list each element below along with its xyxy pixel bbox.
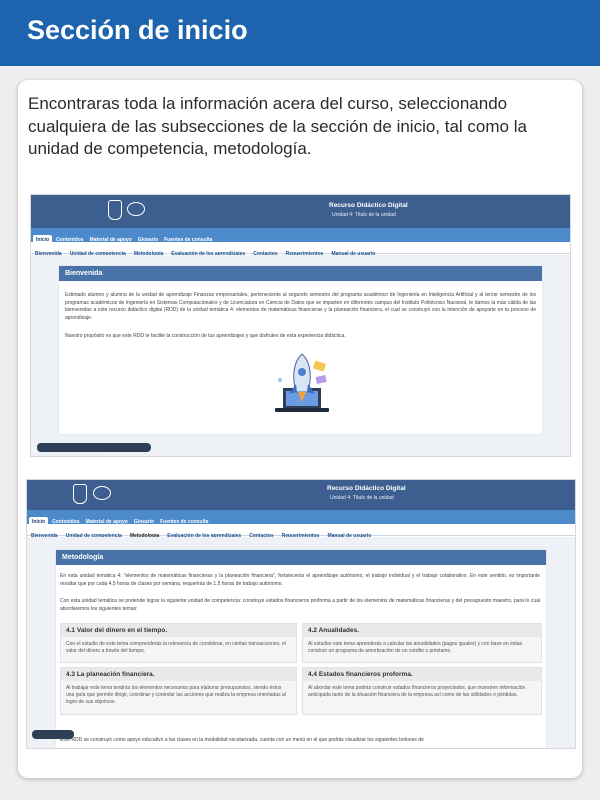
screenshot-metodologia: Recurso Didáctico Digital Unidad 4: Títu…: [27, 480, 575, 748]
section-tabs: Bienvenida Unidad de competencia Metodolog…: [27, 524, 575, 539]
page-title: Sección de inicio: [27, 15, 248, 45]
panel-title: Metodología: [56, 550, 546, 565]
page-header: Sección de inicio: [0, 0, 600, 66]
metodologia-paragraph-3: Este RDD se construyó como apoyo educati…: [60, 737, 424, 743]
metodologia-paragraph-2: Con esta unidad temática se pretende log…: [60, 598, 540, 612]
toolbar-list[interactable]: ☰: [98, 450, 106, 456]
toolbar-underline[interactable]: U: [84, 450, 91, 456]
app-title: Recurso Didáctico Digital: [329, 202, 408, 209]
editor-toolbar: H1 H2 H3: [32, 730, 74, 744]
toolbar-table[interactable]: ⊞: [90, 450, 97, 456]
toolbar-add[interactable]: ⊕: [64, 450, 71, 456]
app-unit: Unidad 4: Título de la unidad: [330, 495, 394, 501]
toolbar-h1[interactable]: H1: [32, 737, 41, 746]
bienvenida-paragraph-1: Estimado alumno y alumna de la unidad de…: [65, 292, 536, 321]
main-menu: Inicio Contenidos Material de apoyo Glosari…: [31, 228, 570, 245]
topic-title: 4.1 Valor del dinero en el tiempo.: [61, 624, 296, 637]
escom-logo-icon: [93, 486, 111, 500]
topic-text: Al abordar este tema podrás construir es…: [308, 685, 526, 698]
topic-text: Al trabajar este tema tendrás los elemen…: [66, 685, 286, 705]
toolbar-bold[interactable]: B: [72, 450, 79, 456]
main-menu: Inicio Contenidos Material de apoyo Glosari…: [27, 510, 575, 527]
app-title: Recurso Didáctico Digital: [327, 485, 406, 492]
toolbar-h3[interactable]: H3: [50, 737, 59, 746]
app-header: Recurso Didáctico Digital Unidad 4: Títu…: [31, 195, 570, 228]
app-header: Recurso Didáctico Digital Unidad 4: Títu…: [27, 480, 575, 510]
bienvenida-panel: Bienvenida Estimado alumno y alumna de l…: [59, 266, 542, 434]
bienvenida-paragraph-2: Nuestro propósito es que este RDD te fac…: [65, 333, 346, 339]
topic-title: 4.3 La planeación financiera.: [61, 668, 296, 681]
rocket-laptop-illustration: [275, 353, 329, 412]
app-unit: Unidad 4: Título de la unidad: [332, 212, 396, 218]
topic-title: 4.2 Anualidades.: [303, 624, 541, 637]
editor-toolbar: H1 H2 H3 ⊕ B I U ⊞ ☰: [37, 443, 151, 456]
ipn-logo-icon: [73, 484, 87, 504]
toolbar-h3[interactable]: H3: [55, 450, 64, 456]
topic-card: 4.3 La planeación financiera. Al trabaja…: [60, 667, 297, 715]
screenshot-bienvenida: Recurso Didáctico Digital Unidad 4: Títu…: [31, 195, 570, 456]
topic-card: 4.1 Valor del dinero en el tiempo. Con e…: [60, 623, 297, 663]
section-tabs: Bienvenida Unidad de competencia Metodolog…: [31, 242, 570, 257]
ipn-logo-icon: [108, 200, 122, 220]
panel-title: Bienvenida: [59, 266, 542, 281]
metodologia-paragraph-1: En esta unidad temática 4: "elementos de…: [60, 573, 540, 587]
topic-card: 4.4 Estados financieros proforma. Al abo…: [302, 667, 542, 715]
toolbar-h2[interactable]: H2: [46, 450, 55, 456]
escom-logo-icon: [127, 202, 145, 216]
topic-text: Con el estudio de este tema comprenderás…: [66, 641, 286, 654]
intro-text: Encontraras toda la información acera de…: [28, 94, 527, 158]
topic-title: 4.4 Estados financieros proforma.: [303, 668, 541, 681]
topic-card: 4.2 Anualidades. Al estudiar este tema a…: [302, 623, 542, 663]
toolbar-h2[interactable]: H2: [41, 737, 50, 746]
topic-text: Al estudiar este tema aprenderás a calcu…: [308, 641, 523, 654]
metodologia-panel: Metodología En esta unidad temática 4: "…: [56, 550, 546, 748]
toolbar-h1[interactable]: H1: [37, 450, 46, 456]
